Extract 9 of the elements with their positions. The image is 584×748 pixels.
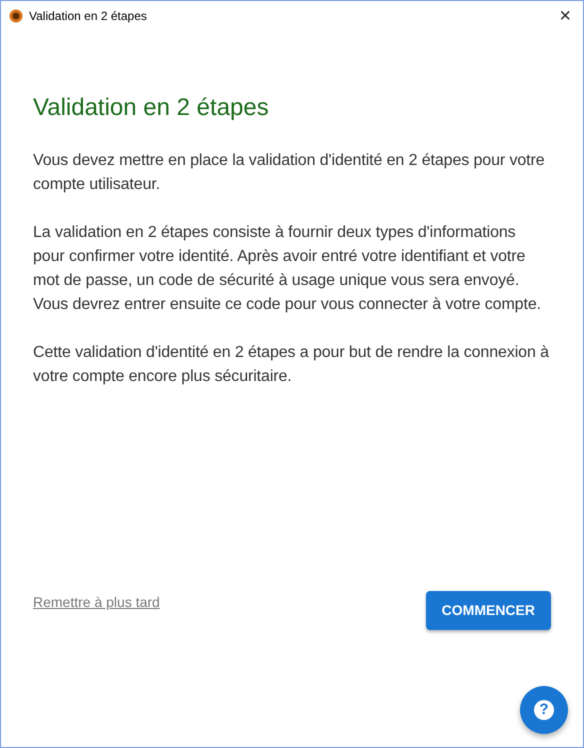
start-button[interactable]: COMMENCER <box>426 591 551 630</box>
postpone-link[interactable]: Remettre à plus tard <box>33 592 160 613</box>
paragraph: Vous devez mettre en place la validation d'identité en 2 étapes pour votre compte utilisateur. <box>33 150 546 195</box>
paragraph: Cette validation d'identité en 2 étapes a pour but de rendre la connexion à votre compte encore plus sécuritaire. <box>33 342 550 387</box>
paragraph: La validation en 2 étapes consiste à fournir deux types d'informations pour confirmer votre identité. Après avoir entré votre identifiant et votre mot de passe, un code de sécurité à usage unique vous sera envoyé. Vous devrez entrer ensuite ce code pour vous connecter à votre compte. <box>33 222 542 315</box>
help-button[interactable]: ? <box>520 686 568 734</box>
close-button[interactable]: × <box>555 6 575 26</box>
page-heading: Validation en 2 étapes <box>33 94 270 123</box>
window-title: Validation en 2 étapes <box>29 8 147 24</box>
